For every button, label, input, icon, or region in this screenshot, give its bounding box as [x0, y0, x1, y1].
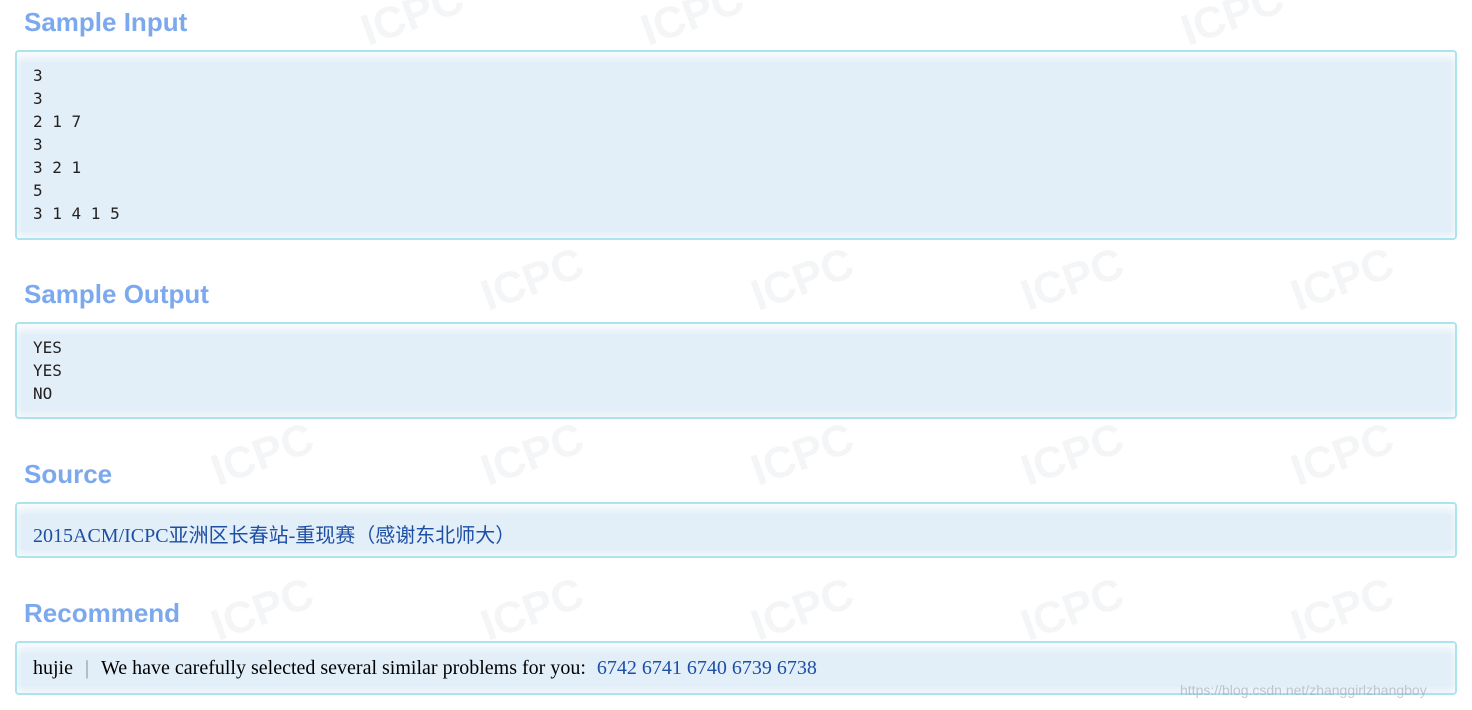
watermark-text: ICPC	[1174, 0, 1291, 56]
source-heading: Source	[24, 459, 113, 489]
sample-output-panel: YES YES NO	[15, 322, 1457, 419]
watermark-text: ICPC	[1284, 238, 1401, 321]
watermark-text: ICPC	[1014, 413, 1131, 496]
input-line: 3 1 4 1 5	[33, 204, 120, 223]
output-line: NO	[33, 384, 53, 403]
sample-input-heading: Sample Input	[24, 7, 188, 37]
input-line: 3 2 1	[33, 158, 82, 177]
watermark-text: ICPC	[204, 413, 321, 496]
recommend-problem-link[interactable]: 6741	[642, 657, 682, 679]
watermark-text: ICPC	[354, 0, 471, 56]
watermark-text: ICPC	[1284, 568, 1401, 651]
watermark-text: ICPC	[474, 568, 591, 651]
watermark-text: ICPC	[634, 0, 751, 56]
source-panel: 2015ACM/ICPC亚洲区长春站-重现赛（感谢东北师大）	[15, 502, 1457, 558]
sample-input-content: 3 3 2 1 7 3 3 2 1 5 3 1 4 1 5	[17, 52, 1455, 225]
recommend-problem-link[interactable]: 6739	[732, 657, 772, 679]
watermark-text: ICPC	[1014, 238, 1131, 321]
recommend-author: hujie	[33, 657, 73, 679]
watermark-text: ICPC	[204, 568, 321, 651]
source-link[interactable]: 2015ACM/ICPC亚洲区长春站-重现赛（感谢东北师大）	[33, 525, 515, 547]
watermark-text: ICPC	[744, 413, 861, 496]
input-line: 5	[33, 181, 43, 200]
watermark-text: ICPC	[474, 413, 591, 496]
recommend-separator: |	[85, 657, 90, 679]
sample-output-heading: Sample Output	[24, 279, 209, 309]
recommend-intro: We have carefully selected several simil…	[101, 657, 586, 679]
watermark-text: ICPC	[474, 238, 591, 321]
blog-url-watermark: https://blog.csdn.net/zhanggirlzhangboy	[1180, 682, 1427, 698]
sample-input-panel: 3 3 2 1 7 3 3 2 1 5 3 1 4 1 5	[15, 50, 1457, 240]
watermark-text: ICPC	[744, 238, 861, 321]
recommend-problem-link[interactable]: 6740	[687, 657, 727, 679]
watermark-text: ICPC	[1014, 568, 1131, 651]
input-line: 3	[33, 135, 43, 154]
input-line: 3	[33, 89, 43, 108]
recommend-heading: Recommend	[24, 598, 181, 628]
watermark-text: ICPC	[744, 568, 861, 651]
recommend-problem-link[interactable]: 6738	[777, 657, 817, 679]
watermark-text: ICPC	[1284, 413, 1401, 496]
output-line: YES	[33, 361, 62, 380]
sample-output-content: YES YES NO	[17, 324, 1455, 405]
recommend-problem-link[interactable]: 6742	[597, 657, 637, 679]
input-line: 2 1 7	[33, 112, 82, 131]
input-line: 3	[33, 66, 43, 85]
output-line: YES	[33, 338, 62, 357]
